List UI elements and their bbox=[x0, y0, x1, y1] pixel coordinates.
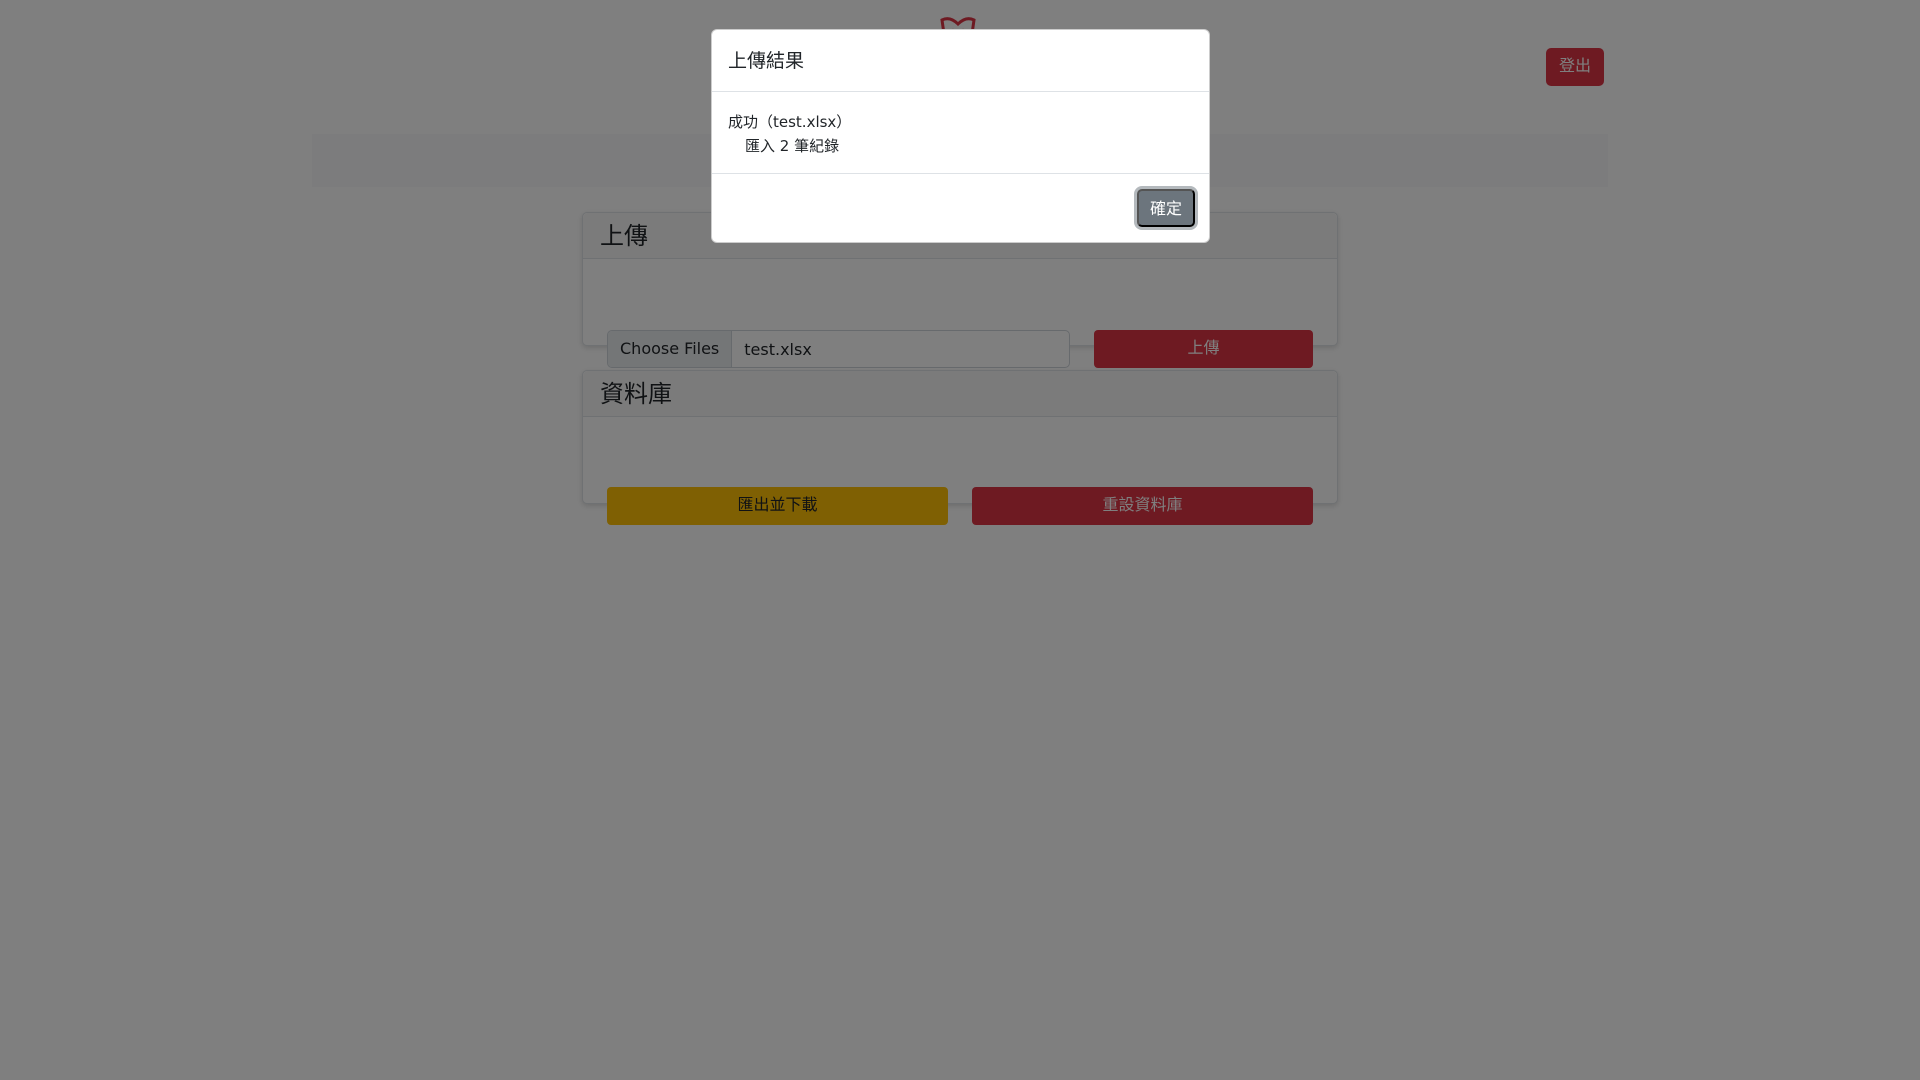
modal-footer: 確定 bbox=[712, 174, 1209, 242]
modal-body: 成功（test.xlsx） 匯入 2 筆紀錄 bbox=[712, 92, 1209, 174]
modal-title: 上傳結果 bbox=[712, 30, 1209, 92]
confirm-button[interactable]: 確定 bbox=[1137, 189, 1195, 227]
upload-status-line: 成功（test.xlsx） bbox=[728, 113, 852, 131]
upload-result-modal: 上傳結果 成功（test.xlsx） 匯入 2 筆紀錄 確定 bbox=[711, 29, 1210, 243]
import-count-line: 匯入 2 筆紀錄 bbox=[745, 137, 840, 155]
page: 登出 上傳 Choose Files test.xlsx 上傳 資料庫 匯出並下… bbox=[0, 0, 1920, 1080]
